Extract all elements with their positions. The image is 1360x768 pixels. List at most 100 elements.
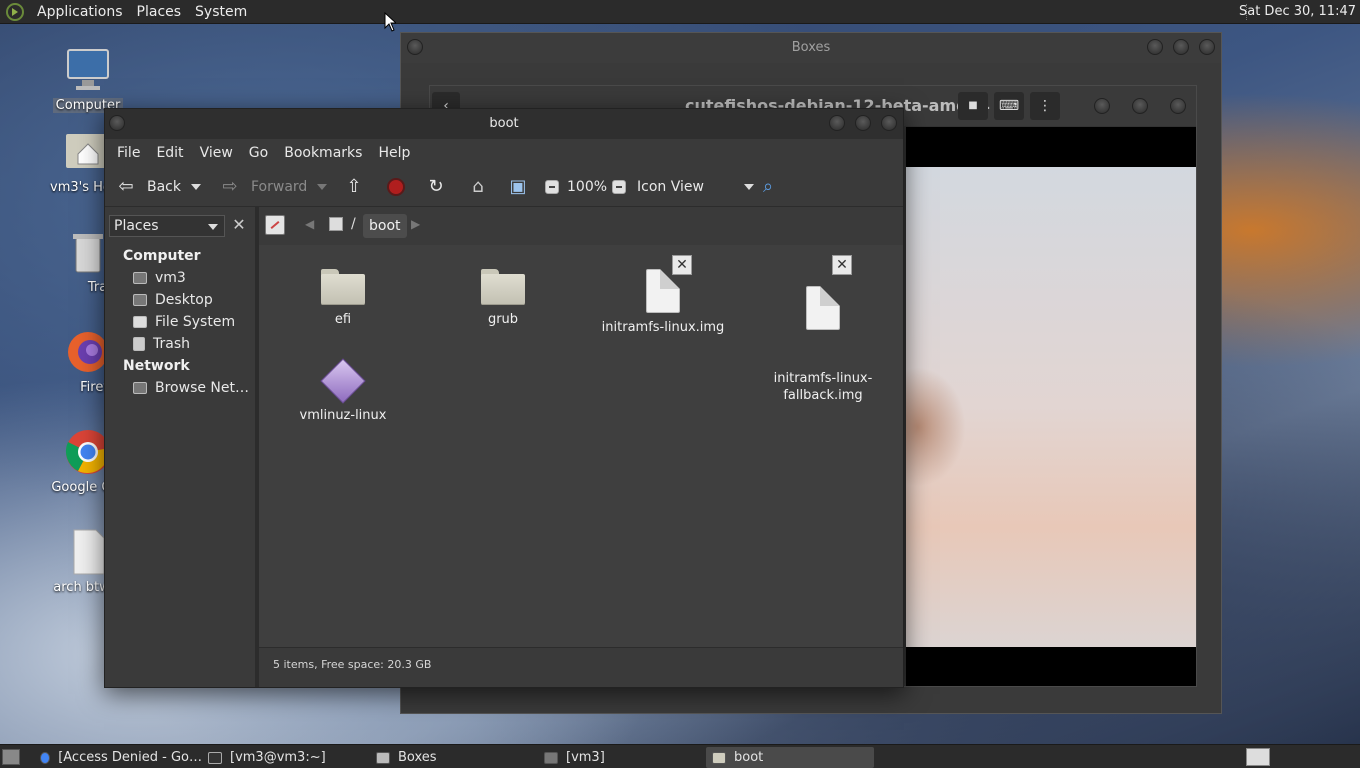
fm-maximize-button[interactable]	[855, 115, 871, 131]
fm-menubar: File Edit View Go Bookmarks Help	[105, 139, 903, 167]
file-item-vmlinuz[interactable]: vmlinuz-linux	[278, 358, 408, 424]
path-bar: ◀ / boot ▶	[259, 207, 903, 245]
menu-go[interactable]: Go	[241, 145, 276, 161]
stop-icon[interactable]	[387, 177, 405, 196]
folder-icon	[321, 269, 365, 305]
document-icon	[646, 269, 680, 313]
path-scroll-right-icon[interactable]: ▶	[411, 217, 420, 231]
keyboard-icon[interactable]: ⌨	[994, 92, 1024, 120]
vm-desktop-wallpaper	[906, 167, 1196, 647]
vm-maximize-button[interactable]	[1132, 98, 1148, 114]
folder-icon	[712, 751, 726, 764]
taskbar-item-boxes[interactable]: Boxes	[370, 747, 538, 768]
trash-icon	[133, 337, 145, 351]
desktop-folder-icon	[133, 294, 147, 306]
path-scroll-left-icon[interactable]: ◀	[305, 217, 314, 231]
close-button[interactable]	[1199, 39, 1215, 55]
breadcrumb-boot[interactable]: boot	[363, 214, 407, 238]
file-item-initramfs-fallback[interactable]: ✕ initramfs-linux- fallback.img	[758, 255, 888, 404]
boxes-title: Boxes	[791, 40, 831, 55]
vm-screen[interactable]	[906, 127, 1196, 686]
forward-arrow-icon: ⇨	[222, 175, 238, 197]
sidebar-section-network: Network	[123, 358, 190, 374]
close-icon[interactable]: ✕	[229, 215, 249, 235]
fm-close-button[interactable]	[881, 115, 897, 131]
places-menu[interactable]: Places	[130, 4, 189, 20]
back-button[interactable]: ⇦ Back	[115, 176, 181, 198]
sidebar-item-desktop[interactable]: Desktop	[105, 289, 255, 311]
zoom-out-icon[interactable]	[545, 179, 559, 194]
desktop-icon-computer[interactable]: Computer	[43, 46, 133, 113]
chrome-icon	[40, 751, 51, 764]
maximize-button[interactable]	[1173, 39, 1189, 55]
top-panel: Applications Places System Sat Dec 30, 1…	[0, 0, 1360, 24]
up-arrow-icon[interactable]: ⇧	[343, 176, 365, 198]
boxes-icon	[376, 751, 390, 764]
menu-bookmarks[interactable]: Bookmarks	[276, 145, 370, 161]
terminal-icon	[208, 751, 222, 764]
sidebar-section-computer: Computer	[123, 248, 201, 264]
taskbar-item-terminal[interactable]: [vm3@vm3:~]	[202, 747, 370, 768]
clock[interactable]: Sat Dec 30, 11:47	[1239, 4, 1356, 19]
minimize-button[interactable]	[1147, 39, 1163, 55]
taskbar-item-chrome[interactable]: [Access Denied - Go…	[34, 747, 202, 768]
filesystem-root-icon[interactable]	[329, 217, 343, 231]
fm-minimize-button[interactable]	[829, 115, 845, 131]
filesystem-icon	[133, 316, 147, 328]
taskbar-item-vm3-folder[interactable]: [vm3]	[538, 747, 706, 768]
stop-square-icon[interactable]: ■	[958, 92, 988, 120]
show-desktop-icon[interactable]	[2, 749, 20, 765]
sidebar-item-trash[interactable]: Trash	[105, 333, 255, 355]
file-item-initramfs[interactable]: ✕ initramfs-linux.img	[598, 255, 728, 336]
distro-logo-icon[interactable]	[6, 2, 24, 21]
unreadable-emblem-icon: ✕	[832, 255, 852, 275]
kebab-menu-icon[interactable]: ⋮	[1030, 92, 1060, 120]
menu-help[interactable]: Help	[370, 145, 418, 161]
workspace-switcher[interactable]	[1246, 748, 1270, 766]
zoom-level: 100%	[567, 178, 608, 195]
zoom-in-icon[interactable]	[612, 179, 626, 194]
vm-minimize-button[interactable]	[1094, 98, 1110, 114]
sidebar-item-browse-network[interactable]: Browse Net…	[105, 377, 255, 399]
sidebar: Places ✕ Computer vm3 Desktop File Syste…	[105, 207, 255, 687]
sidebar-item-vm3[interactable]: vm3	[105, 267, 255, 289]
folder-icon	[481, 269, 525, 305]
system-menu[interactable]: System	[188, 4, 254, 20]
bottom-panel: [Access Denied - Go… [vm3@vm3:~] Boxes […	[0, 744, 1360, 768]
file-manager-window: boot File Edit View Go Bookmarks Help ⇦ …	[104, 108, 904, 688]
network-icon	[133, 382, 147, 394]
home-icon[interactable]: ⌂	[467, 176, 489, 198]
path-root-separator[interactable]: /	[351, 216, 356, 232]
file-item-grub[interactable]: grub	[438, 269, 568, 328]
back-arrow-icon: ⇦	[118, 175, 134, 197]
search-icon[interactable]: ⌕	[757, 176, 779, 198]
chevron-down-icon	[743, 183, 754, 190]
fm-titlebar[interactable]: boot	[105, 109, 903, 139]
fm-title: boot	[489, 116, 519, 131]
sidebar-header: Places ✕	[105, 207, 255, 245]
applications-menu[interactable]: Applications	[30, 4, 130, 20]
forward-history-dropdown[interactable]	[317, 183, 327, 190]
edit-location-icon[interactable]	[265, 215, 285, 235]
fm-window-menu-button[interactable]	[109, 115, 125, 131]
chevron-down-icon	[208, 224, 218, 230]
view-mode-select[interactable]: Icon View	[637, 179, 754, 195]
menu-view[interactable]: View	[192, 145, 241, 161]
status-bar: 5 items, Free space: 20.3 GB	[259, 647, 903, 687]
sidebar-mode-select[interactable]: Places	[109, 215, 225, 237]
sidebar-item-filesystem[interactable]: File System	[105, 311, 255, 333]
file-icon-view[interactable]: efi grub ✕ initramfs-linux.img ✕ initram…	[259, 245, 903, 647]
file-item-efi[interactable]: efi	[278, 269, 408, 328]
fm-body: Places ✕ Computer vm3 Desktop File Syste…	[105, 207, 903, 687]
menu-file[interactable]: File	[109, 145, 148, 161]
boxes-titlebar[interactable]: Boxes	[401, 33, 1221, 63]
computer-icon[interactable]: ▣	[507, 176, 529, 198]
back-history-dropdown[interactable]	[191, 183, 201, 190]
vm-close-button[interactable]	[1170, 98, 1186, 114]
reload-icon[interactable]: ↻	[425, 176, 447, 198]
folder-icon	[544, 751, 558, 764]
window-menu-button[interactable]	[407, 39, 423, 55]
forward-button[interactable]: ⇨ Forward	[219, 176, 307, 198]
taskbar-item-boot[interactable]: boot	[706, 747, 874, 768]
menu-edit[interactable]: Edit	[148, 145, 191, 161]
